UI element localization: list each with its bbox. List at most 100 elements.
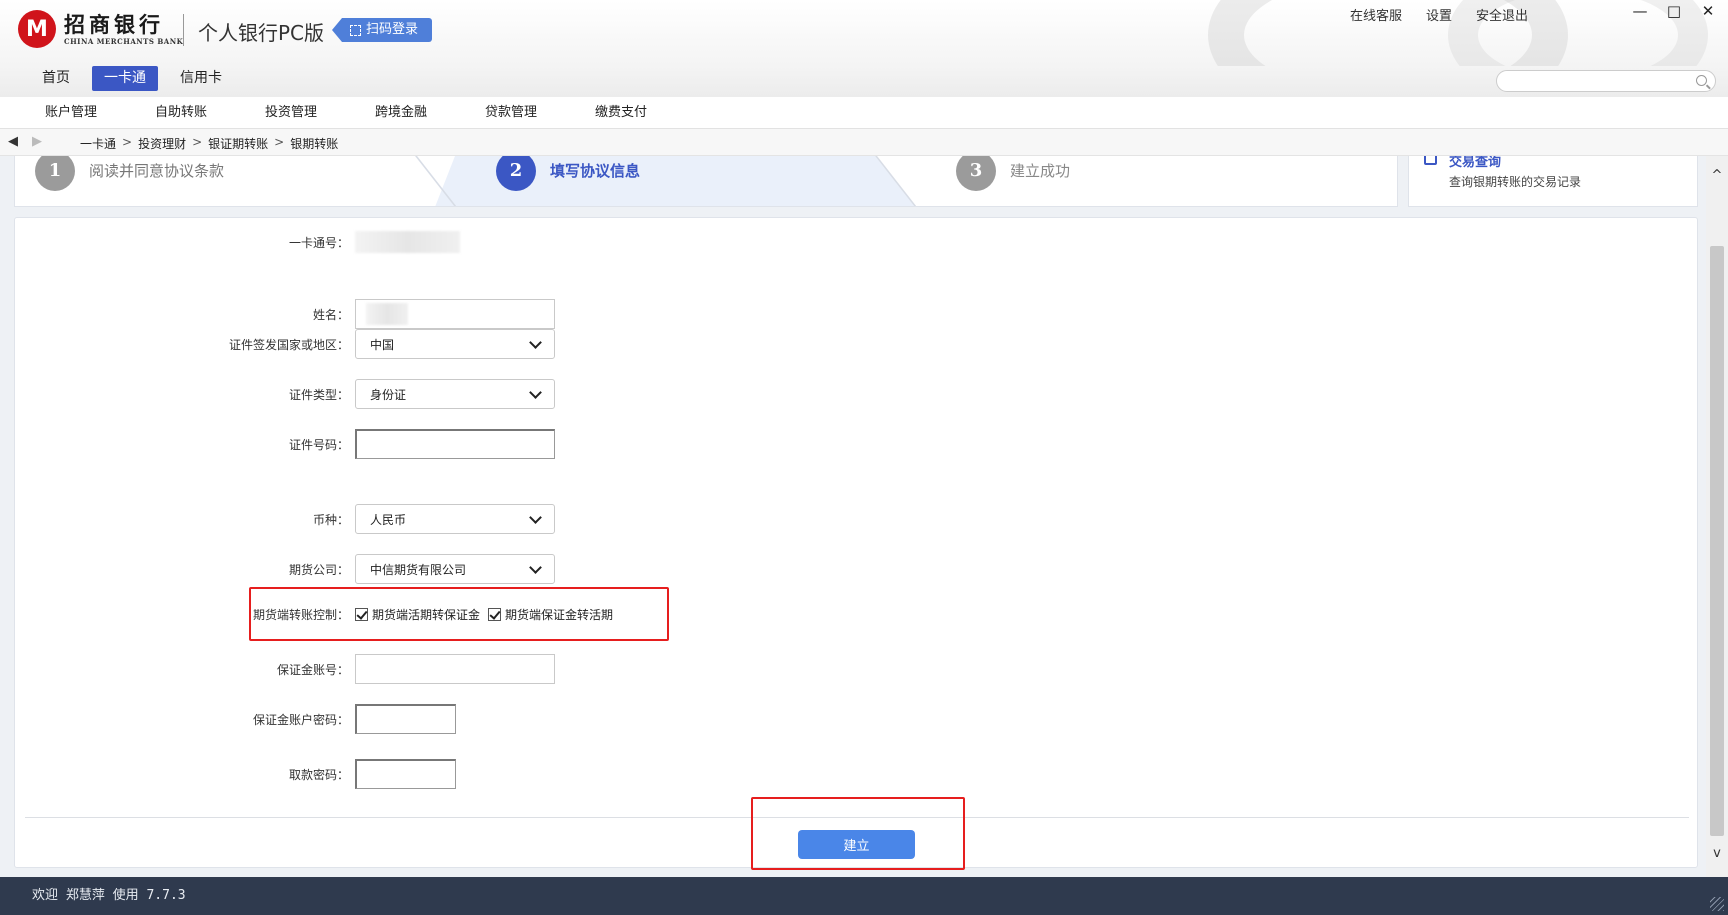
id-type-row: 证件类型： 身份证 — [15, 379, 555, 409]
futures-company-select[interactable]: 中信期货有限公司 — [355, 554, 555, 584]
breadcrumb-separator: > — [122, 135, 133, 149]
margin-password-row: 保证金账户密码： — [15, 704, 456, 734]
step-2: 2 填写协议信息 — [496, 156, 641, 206]
chevron-down-icon — [529, 385, 542, 399]
subnav-item-transfer[interactable]: 自助转账 — [155, 97, 265, 129]
step-number: 1 — [35, 156, 75, 191]
name-field — [355, 299, 555, 329]
subnav-item-investment[interactable]: 投资管理 — [265, 97, 375, 129]
breadcrumb: 一卡通 > 投资理财 > 银证期转账 > 银期转账 — [80, 135, 338, 152]
step-number: 2 — [496, 156, 536, 191]
id-number-input[interactable] — [355, 429, 555, 459]
checkbox-current-to-margin[interactable]: 期货端活期转保证金 — [355, 606, 480, 623]
issue-country-label: 证件签发国家或地区： — [228, 337, 349, 352]
sub-nav: 账户管理 自助转账 投资管理 跨境金融 贷款管理 缴费支付 — [0, 97, 1728, 129]
id-number-label: 证件号码： — [288, 437, 349, 452]
transfer-control-row: 期货端转账控制： 期货端活期转保证金 期货端保证金转活期 — [15, 599, 621, 629]
checkbox-label: 期货端保证金转活期 — [505, 607, 614, 622]
agreement-form: 一卡通号： 姓名： 证件签发国家或地区： 中国 证件类型： 身份证 证件号码： … — [14, 217, 1698, 870]
title-bar: M 招商银行 CHINA MERCHANTS BANK 个人银行PC版 扫码登录… — [0, 0, 1728, 66]
qr-scan-icon — [350, 24, 361, 36]
currency-label: 币种： — [312, 512, 349, 527]
step-label: 阅读并同意协议条款 — [89, 162, 225, 180]
app-title: 个人银行PC版 — [198, 21, 325, 45]
breadcrumb-separator: > — [192, 135, 203, 149]
breadcrumb-item[interactable]: 银证期转账 — [208, 135, 268, 152]
futures-company-row: 期货公司： 中信期货有限公司 — [15, 554, 555, 584]
futures-company-label: 期货公司： — [288, 562, 349, 577]
close-icon[interactable]: ✕ — [1698, 2, 1718, 20]
subnav-item-account[interactable]: 账户管理 — [45, 97, 155, 129]
transaction-query-card[interactable]: 交易查询 查询银期转账的交易记录 — [1408, 156, 1698, 207]
breadcrumb-item: 银期转账 — [290, 137, 339, 151]
tab-home[interactable]: 首页 — [30, 66, 82, 91]
futures-company-value: 中信期货有限公司 — [370, 562, 467, 577]
margin-password-input[interactable] — [355, 704, 456, 734]
id-type-label: 证件类型： — [288, 387, 349, 402]
search-icon[interactable] — [1696, 75, 1707, 86]
subnav-item-loan[interactable]: 贷款管理 — [485, 97, 595, 129]
subnav-item-cross-border[interactable]: 跨境金融 — [375, 97, 485, 129]
scan-login-button[interactable]: 扫码登录 — [332, 18, 433, 42]
chevron-down-icon — [529, 510, 542, 524]
bank-logo-icon: M — [18, 10, 56, 48]
step-indicator: 1 阅读并同意协议条款 2 填写协议信息 3 建立成功 — [14, 156, 1398, 207]
checkbox-label: 期货端活期转保证金 — [372, 607, 481, 622]
step-label: 建立成功 — [1010, 162, 1071, 180]
create-button[interactable]: 建立 — [798, 830, 915, 859]
breadcrumb-item[interactable]: 一卡通 — [80, 135, 116, 152]
margin-account-row: 保证金账号： — [15, 654, 555, 684]
step-1: 1 阅读并同意协议条款 — [35, 156, 225, 206]
chevron-down-icon — [529, 560, 542, 574]
subnav-item-payment[interactable]: 缴费支付 — [595, 97, 705, 129]
minimize-icon[interactable]: — — [1630, 2, 1650, 20]
query-icon — [1424, 156, 1437, 165]
search-input[interactable] — [1507, 71, 1687, 91]
margin-account-input[interactable] — [355, 654, 555, 684]
step-number: 3 — [956, 156, 996, 191]
vertical-scrollbar[interactable]: ^ v — [1706, 156, 1728, 877]
step-3: 3 建立成功 — [956, 156, 1071, 206]
checkbox-margin-to-current[interactable]: 期货端保证金转活期 — [488, 606, 613, 623]
id-type-select[interactable]: 身份证 — [355, 379, 555, 409]
withdraw-password-row: 取款密码： — [15, 759, 456, 789]
checkbox[interactable] — [488, 607, 502, 621]
name-row: 姓名： — [15, 299, 555, 329]
back-icon[interactable]: ◀ — [8, 134, 18, 149]
transaction-query-desc: 查询银期转账的交易记录 — [1449, 175, 1582, 189]
withdraw-password-input[interactable] — [355, 759, 456, 789]
step-label: 填写协议信息 — [550, 162, 641, 180]
window-controls: — □ ✕ — [1630, 2, 1718, 20]
forward-icon[interactable]: ▶ — [32, 134, 42, 149]
scroll-up-icon[interactable]: ^ — [1706, 168, 1728, 183]
scroll-down-icon[interactable]: v — [1706, 846, 1728, 861]
checkbox[interactable] — [355, 607, 368, 621]
resize-grip-icon[interactable] — [1710, 897, 1724, 911]
card-number-row: 一卡通号： — [15, 227, 460, 257]
scroll-thumb[interactable] — [1710, 246, 1724, 836]
currency-select[interactable]: 人民币 — [355, 504, 555, 534]
withdraw-password-label: 取款密码： — [288, 767, 349, 782]
settings-link[interactable]: 设置 — [1426, 5, 1452, 24]
card-number-masked — [355, 231, 460, 253]
bank-name-en: CHINA MERCHANTS BANK — [64, 36, 184, 46]
maximize-icon[interactable]: □ — [1664, 2, 1684, 20]
tab-debit-card[interactable]: 一卡通 — [92, 66, 158, 91]
tab-credit-card[interactable]: 信用卡 — [168, 66, 234, 91]
status-text: 欢迎 郑慧萍 使用 7.7.3 — [32, 888, 186, 903]
bank-name-cn: 招商银行 — [64, 11, 164, 37]
id-number-row: 证件号码： — [15, 429, 555, 459]
online-service-link[interactable]: 在线客服 — [1350, 5, 1402, 24]
currency-row: 币种： 人民币 — [15, 504, 555, 534]
transaction-query-link[interactable]: 交易查询 — [1449, 156, 1501, 170]
margin-account-label: 保证金账号： — [276, 662, 349, 677]
breadcrumb-item[interactable]: 投资理财 — [138, 135, 186, 152]
id-type-value: 身份证 — [370, 387, 407, 402]
card-number-label: 一卡通号： — [288, 235, 349, 250]
breadcrumb-separator: > — [274, 135, 285, 149]
logout-link[interactable]: 安全退出 — [1476, 5, 1528, 24]
name-label: 姓名： — [312, 307, 349, 322]
status-bar: 欢迎 郑慧萍 使用 7.7.3 — [0, 877, 1728, 915]
currency-value: 人民币 — [370, 512, 407, 527]
issue-country-select[interactable]: 中国 — [355, 329, 555, 359]
